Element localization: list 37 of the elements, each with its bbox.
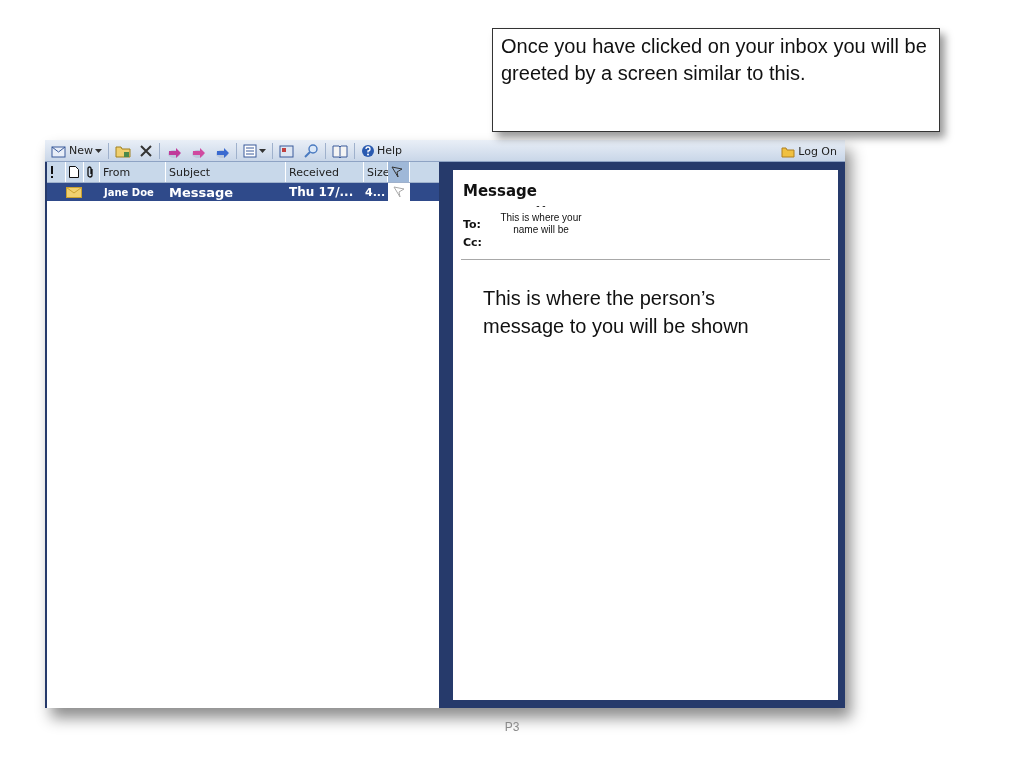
page-number: P3	[503, 720, 521, 734]
caret-icon	[95, 148, 102, 153]
view-button[interactable]	[241, 141, 268, 160]
cc-label: Cc:	[463, 236, 483, 249]
document-icon	[69, 166, 79, 178]
help-button[interactable]: Help	[359, 141, 405, 160]
sender: Jane Doe	[102, 186, 155, 198]
folder-icon	[781, 145, 796, 158]
flag-icon	[391, 166, 403, 178]
callout: Once you have clicked on your inbox you will be greeted by a screen similar to this.	[492, 28, 940, 132]
column-header[interactable]: Subject	[166, 162, 286, 182]
close-icon	[139, 143, 153, 158]
column-header[interactable]: From	[100, 162, 166, 182]
subject: Message	[168, 184, 235, 200]
message-subject: Message	[463, 182, 538, 200]
message-row[interactable]: Jane Doe Message Thu 17/... 4...	[47, 183, 439, 201]
search-icon	[303, 143, 319, 158]
column-header[interactable]: Received	[286, 162, 364, 182]
message-size: 4...	[364, 185, 387, 199]
new-message-icon	[51, 143, 67, 158]
to-label: To:	[463, 217, 482, 231]
paperclip-icon	[87, 166, 94, 178]
dashes: - -	[535, 200, 547, 212]
flag-icon	[393, 186, 405, 198]
caret-icon	[259, 148, 266, 153]
folder-icon	[115, 143, 131, 158]
book-icon	[332, 143, 348, 158]
list-icon	[243, 143, 257, 158]
received-date: Thu 17/...	[288, 185, 355, 199]
message-body: This is where the person’s message to you will be shown	[483, 286, 750, 339]
recipient: This is where your name will be	[499, 212, 583, 236]
help-icon	[361, 143, 375, 158]
exclamation-icon	[50, 166, 54, 178]
log-on-button[interactable]: Log On	[777, 145, 841, 158]
new-button[interactable]: New	[49, 141, 104, 160]
envelope-icon	[66, 186, 82, 198]
card-icon	[279, 143, 295, 158]
